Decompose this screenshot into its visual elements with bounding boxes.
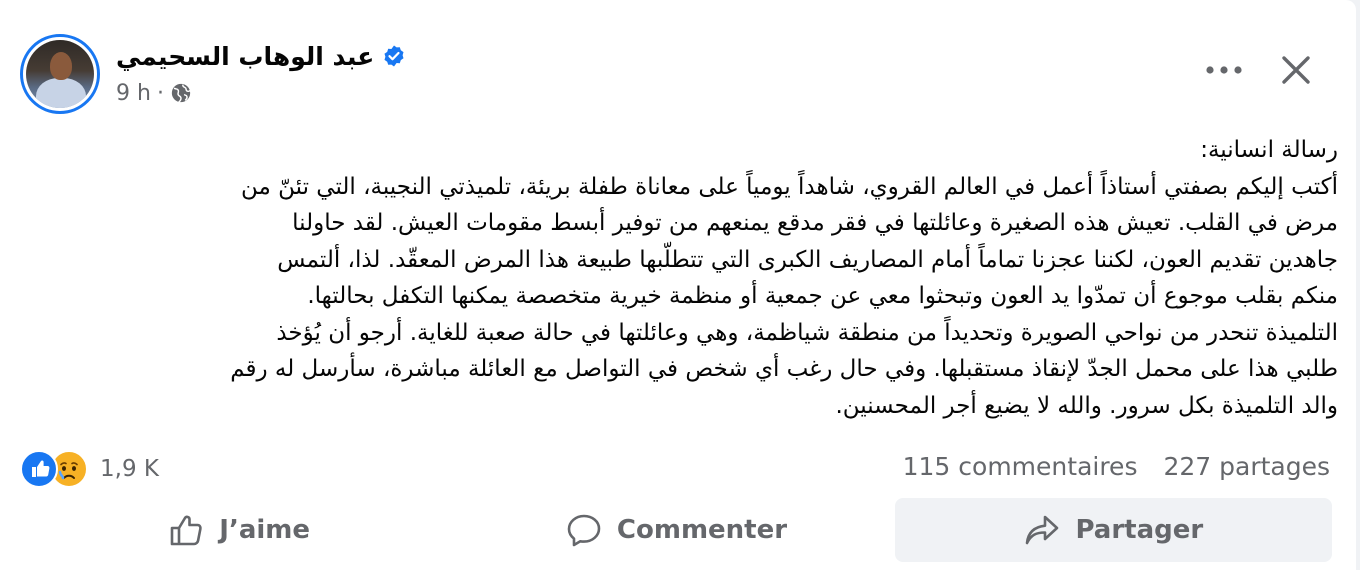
post-actions: J’aime Commenter Partager	[20, 498, 1332, 562]
reactions-summary[interactable]: 1,9 K	[20, 450, 159, 488]
post-meta: 9 h ·	[116, 78, 192, 108]
more-dots-icon	[1206, 66, 1242, 74]
post-text-line: رسالة انسانية:	[1200, 137, 1338, 163]
thumbs-up-icon	[170, 515, 203, 546]
avatar-body-shape	[36, 78, 86, 108]
post-text-line: التلميذة تنحدر من نواحي الصويرة وتحديداً…	[276, 319, 1338, 346]
post-text-line: مرض في القلب. تعيش هذه الصغيرة وعائلتها …	[292, 210, 1338, 236]
like-reaction-icon	[20, 450, 58, 488]
close-button[interactable]	[1270, 48, 1322, 92]
shares-count[interactable]: 227 partages	[1163, 452, 1330, 481]
post-text-line: منكم بقلب موجوع أن تمدّوا يد العون وتبحث…	[307, 283, 1338, 309]
avatar-photo	[26, 40, 94, 108]
comments-count[interactable]: 115 commentaires	[903, 452, 1138, 481]
meta-separator: ·	[156, 80, 164, 106]
verified-badge-icon	[384, 45, 404, 67]
comment-button[interactable]: Commenter	[457, 498, 894, 562]
post-text-line: أكتب إليكم بصفتي أستاذاً أعمل في العالم …	[240, 173, 1338, 200]
engagement-counts: 115 commentaires 227 partages	[903, 452, 1330, 481]
avatar-head-shape	[50, 52, 72, 80]
like-button[interactable]: J’aime	[20, 498, 457, 562]
post-body-text: رسالة انسانية: أكتب إليكم بصفتي أستاذاً …	[20, 132, 1338, 424]
reactions-count: 1,9 K	[100, 456, 159, 482]
like-label: J’aime	[219, 515, 311, 545]
author-name[interactable]: عبد الوهاب السحيمي	[116, 42, 374, 71]
share-arrow-icon	[1026, 515, 1059, 545]
post-text-line: جاهدين تقديم العون، لكننا عجزنا تماماً أ…	[277, 246, 1338, 273]
comment-label: Commenter	[616, 515, 788, 545]
post-timestamp[interactable]: 9 h	[116, 81, 151, 106]
post-text-line: والد التلميذة بكل سرور. والله لا يضيع أج…	[835, 392, 1338, 419]
author-avatar[interactable]	[20, 34, 100, 114]
close-icon	[1282, 56, 1310, 84]
comment-bubble-icon	[567, 514, 601, 547]
post-header: عبد الوهاب السحيمي 9 h ·	[20, 34, 1340, 114]
author-row: عبد الوهاب السحيمي	[116, 36, 406, 76]
globe-icon[interactable]	[170, 82, 192, 104]
post-stats: 1,9 K 115 commentaires 227 partages	[20, 448, 1330, 490]
share-button[interactable]: Partager	[894, 498, 1332, 562]
more-options-button[interactable]	[1200, 50, 1248, 90]
post-text-line: طلبي هذا على محمل الجدّ لإنقاذ مستقبلها.…	[230, 356, 1338, 382]
post-card: عبد الوهاب السحيمي 9 h · رسالة انسانية: …	[0, 0, 1356, 570]
share-label: Partager	[1075, 515, 1204, 545]
